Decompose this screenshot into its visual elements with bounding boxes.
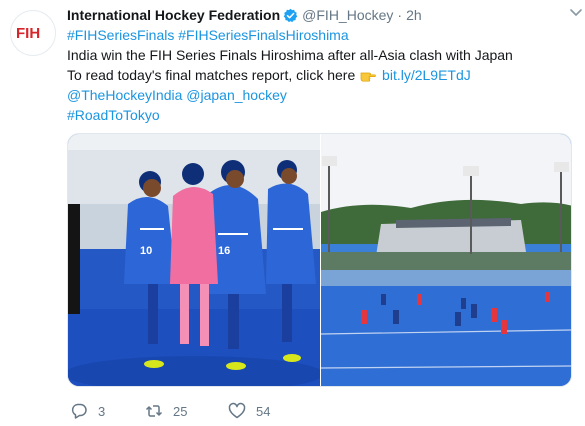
- author-name[interactable]: International Hockey Federation: [67, 6, 280, 24]
- media-grid: 16 10: [67, 133, 572, 387]
- tweet-text: #FIHSeriesFinals #FIHSeriesFinalsHiroshi…: [67, 25, 572, 125]
- report-prompt-text: To read today's final matches report, cl…: [67, 67, 356, 83]
- mentions-line[interactable]: @TheHockeyIndia @japan_hockey: [67, 85, 572, 105]
- photo-team-celebration[interactable]: 16 10: [68, 134, 320, 386]
- svg-text:16: 16: [218, 245, 230, 257]
- reply-icon: [71, 403, 87, 419]
- retweet-button[interactable]: 25: [145, 401, 228, 421]
- tweet-text-line: India win the FIH Series Finals Hiroshim…: [67, 47, 513, 63]
- like-count: 54: [256, 403, 271, 419]
- svg-text:FIH: FIH: [16, 25, 40, 42]
- report-link[interactable]: bit.ly/2L9ETdJ: [382, 67, 471, 83]
- like-button[interactable]: 54: [228, 401, 270, 421]
- tweet-header: International Hockey Federation @FIH_Hoc…: [67, 6, 572, 24]
- tweet-actions: 3 25 54: [70, 401, 270, 421]
- tweet-text-link-line: To read today's final matches report, cl…: [67, 65, 572, 85]
- separator-dot: ·: [397, 7, 403, 23]
- photo-stadium-match[interactable]: [321, 134, 571, 386]
- retweet-count: 25: [173, 403, 188, 419]
- retweet-icon: [145, 405, 163, 417]
- tweet: International Hockey Federation @FIH_Hoc…: [67, 6, 572, 125]
- reply-button[interactable]: 3: [70, 401, 145, 421]
- heart-icon: [228, 402, 246, 419]
- author-handle[interactable]: @FIH_Hockey: [302, 6, 393, 24]
- svg-text:10: 10: [140, 245, 152, 257]
- hashtag-road-to-tokyo[interactable]: #RoadToTokyo: [67, 105, 572, 125]
- fih-logo: FIH: [16, 25, 40, 42]
- pointing-right-emoji-icon: [360, 67, 377, 82]
- hashtags-line[interactable]: #FIHSeriesFinals #FIHSeriesFinalsHiroshi…: [67, 25, 572, 45]
- verified-badge-icon: [283, 8, 298, 23]
- chevron-down-icon[interactable]: [569, 8, 583, 18]
- tweet-timestamp[interactable]: 2h: [406, 6, 422, 24]
- reply-count: 3: [98, 403, 106, 419]
- avatar[interactable]: FIH: [10, 10, 56, 56]
